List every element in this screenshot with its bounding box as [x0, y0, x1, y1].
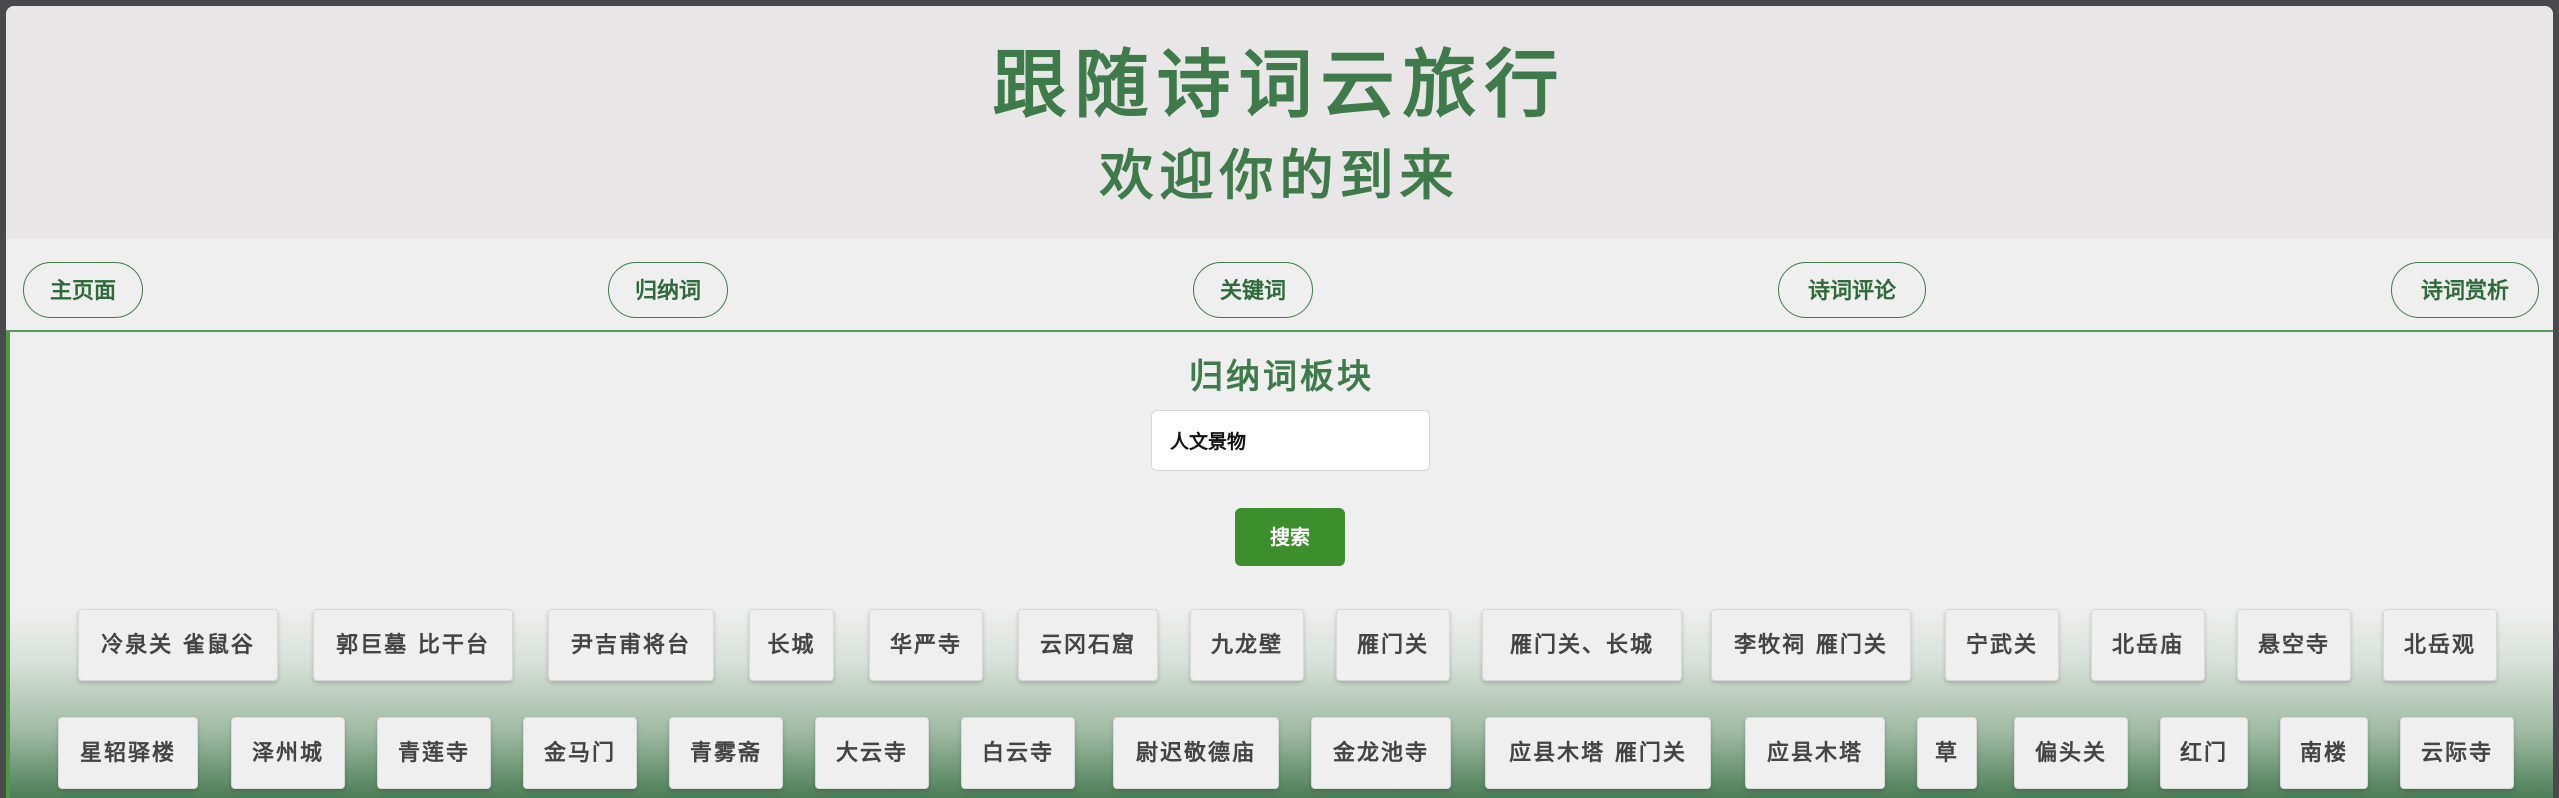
tag-button[interactable]: 应县木塔	[1745, 717, 1885, 789]
search-button[interactable]: 搜索	[1235, 508, 1345, 566]
tag-button[interactable]: 长城	[749, 609, 834, 681]
tag-button[interactable]: 冷泉关 雀鼠谷	[78, 609, 278, 681]
tag-button[interactable]: 偏头关	[2014, 717, 2128, 789]
tag-button[interactable]: 北岳庙	[2091, 609, 2205, 681]
site-title: 跟随诗词云旅行	[992, 42, 1567, 128]
nav-keywords-button[interactable]: 关键词	[1193, 262, 1313, 318]
tag-button[interactable]: 北岳观	[2383, 609, 2497, 681]
tag-button[interactable]: 雁门关、长城	[1482, 609, 1682, 681]
tag-button[interactable]: 金马门	[523, 717, 637, 789]
tag-button[interactable]: 尉迟敬德庙	[1113, 717, 1279, 789]
main-nav: 主页面 归纳词 关键词 诗词评论 诗词赏析	[6, 239, 2553, 332]
browser-viewport: 跟随诗词云旅行 欢迎你的到来 主页面 归纳词 关键词 诗词评论 诗词赏析 归纳词…	[6, 6, 2553, 798]
nav-home-button[interactable]: 主页面	[23, 262, 143, 318]
tag-button[interactable]: 青雾斋	[669, 717, 783, 789]
tag-button[interactable]: 应县木塔 雁门关	[1485, 717, 1711, 789]
tag-button[interactable]: 云际寺	[2400, 717, 2514, 789]
tag-button[interactable]: 红门	[2160, 717, 2248, 789]
search-input[interactable]	[1151, 410, 1430, 471]
tag-button[interactable]: 草	[1917, 717, 1977, 789]
site-subtitle: 欢迎你的到来	[1099, 143, 1460, 207]
tag-button[interactable]: 星轺驿楼	[58, 717, 198, 789]
tag-button[interactable]: 雁门关	[1336, 609, 1450, 681]
tag-button[interactable]: 九龙壁	[1190, 609, 1304, 681]
tag-button[interactable]: 大云寺	[815, 717, 929, 789]
summary-words-section: 归纳词板块 搜索 冷泉关 雀鼠谷 郭巨墓 比干台 尹吉甫将台 长城 华严寺 云冈…	[6, 332, 2553, 798]
tag-button[interactable]: 白云寺	[961, 717, 1075, 789]
tag-button[interactable]: 云冈石窟	[1018, 609, 1158, 681]
nav-summary-words-button[interactable]: 归纳词	[608, 262, 728, 318]
tag-button[interactable]: 华严寺	[869, 609, 983, 681]
tag-button[interactable]: 南楼	[2280, 717, 2368, 789]
tag-button[interactable]: 李牧祠 雁门关	[1711, 609, 1911, 681]
tag-button[interactable]: 宁武关	[1945, 609, 2059, 681]
nav-poem-appreciation-button[interactable]: 诗词赏析	[2391, 262, 2539, 318]
site-header: 跟随诗词云旅行 欢迎你的到来	[6, 6, 2553, 239]
tag-button[interactable]: 悬空寺	[2237, 609, 2351, 681]
nav-poem-comments-button[interactable]: 诗词评论	[1778, 262, 1926, 318]
tag-button[interactable]: 金龙池寺	[1311, 717, 1451, 789]
section-title: 归纳词板块	[1189, 357, 1374, 397]
tag-button[interactable]: 尹吉甫将台	[548, 609, 714, 681]
tag-button[interactable]: 青莲寺	[377, 717, 491, 789]
tag-button[interactable]: 泽州城	[231, 717, 345, 789]
tag-button[interactable]: 郭巨墓 比干台	[313, 609, 513, 681]
